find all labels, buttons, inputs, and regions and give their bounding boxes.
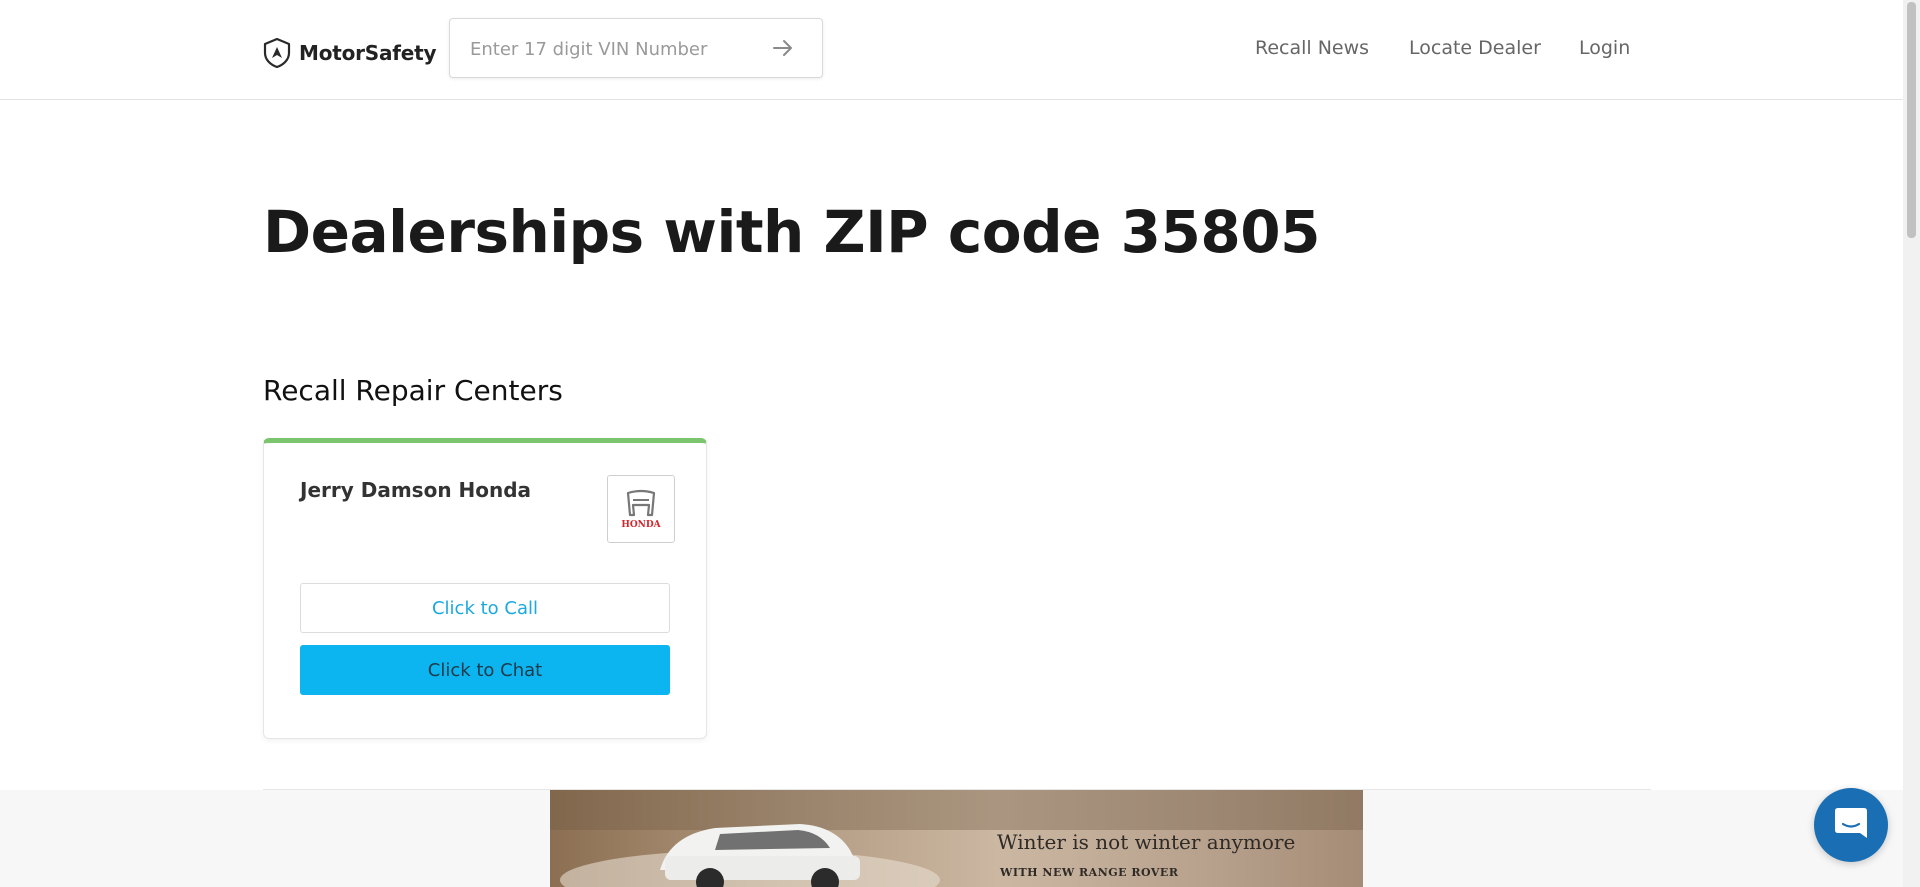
nav-locate-dealer[interactable]: Locate Dealer (1409, 37, 1541, 59)
scrollbar[interactable] (1903, 0, 1920, 887)
arrow-right-icon[interactable] (770, 35, 796, 61)
chat-bubble-icon (1832, 804, 1870, 846)
shield-icon (263, 37, 291, 69)
logo[interactable]: MotorSafety (263, 37, 437, 69)
honda-logo: HONDA (607, 475, 675, 543)
logo-text: MotorSafety (299, 41, 437, 65)
site-header: MotorSafety Recall News Locate Dealer Lo… (0, 0, 1903, 100)
section-title: Recall Repair Centers (263, 374, 563, 407)
call-button[interactable]: Click to Call (300, 583, 670, 633)
chat-button[interactable]: Click to Chat (300, 645, 670, 695)
brand-logo-text: HONDA (621, 520, 661, 530)
chat-launcher[interactable] (1814, 788, 1888, 862)
vin-input[interactable] (468, 19, 772, 79)
scrollbar-thumb[interactable] (1907, 2, 1916, 238)
nav-login[interactable]: Login (1579, 37, 1630, 59)
dealer-card: Jerry Damson Honda HONDA Click to Call C… (263, 438, 707, 739)
nav-recall-news[interactable]: Recall News (1255, 37, 1369, 59)
vin-search (449, 18, 823, 79)
ad-subline: WITH NEW RANGE ROVER (1000, 866, 1179, 879)
ad-headline: Winter is not winter anymore (997, 830, 1296, 854)
page-title: Dealerships with ZIP code 35805 (263, 198, 1320, 266)
dealer-name: Jerry Damson Honda (300, 478, 532, 502)
ad-banner[interactable]: Winter is not winter anymore WITH NEW RA… (550, 790, 1363, 887)
